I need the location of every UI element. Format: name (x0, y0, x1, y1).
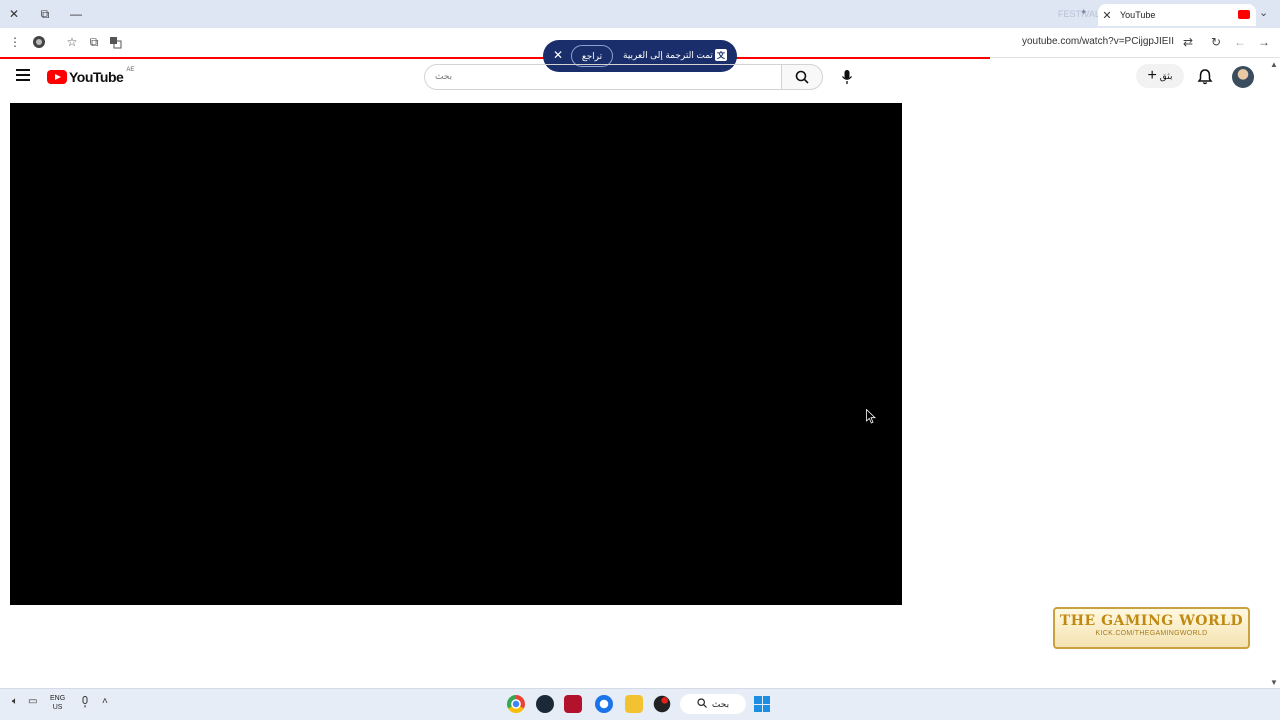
reload-icon[interactable]: ↻ (1207, 33, 1225, 51)
notifications-bell-icon[interactable] (1196, 68, 1214, 86)
window-minimize-button[interactable]: — (66, 4, 86, 24)
plus-icon: + (1147, 67, 1157, 84)
file-explorer-icon[interactable] (625, 695, 643, 713)
translate-page-icon[interactable] (106, 33, 124, 51)
window-restore-button[interactable]: ⧉ (35, 4, 55, 24)
avatar[interactable] (1232, 66, 1254, 88)
video-player[interactable] (10, 103, 902, 605)
chrome-icon[interactable] (507, 695, 525, 713)
star-icon[interactable]: ☆ (63, 33, 81, 51)
mic-tray-icon[interactable] (81, 696, 89, 711)
steam-icon[interactable] (536, 695, 554, 713)
menu-dots-icon[interactable]: ⋮ (6, 33, 24, 51)
volume-icon[interactable]: 🔈︎ (12, 696, 18, 707)
search-input[interactable] (425, 65, 782, 89)
obs-recording-icon[interactable] (653, 695, 671, 713)
window-close-button[interactable]: ✕ (4, 4, 24, 24)
share-icon[interactable]: ⧉ (85, 33, 103, 51)
taskbar-search-icon (697, 698, 707, 710)
channel-watermark: THE GAMING WORLD KICK.COM/THEGAMINGWORLD (1053, 607, 1250, 649)
taskbar-search-label: بحث (711, 698, 730, 709)
show-hidden-icons-chevron-icon[interactable]: ˄ (102, 696, 108, 707)
mouse-cursor-icon (866, 409, 876, 424)
region-code: US (52, 704, 63, 711)
browser-tab-youtube[interactable]: ✕ YouTube (1098, 4, 1256, 26)
search-box (424, 64, 782, 90)
translate-close-icon[interactable]: ✕ (553, 48, 563, 62)
close-icon: ✕ (8, 7, 20, 21)
back-arrow-icon[interactable]: ← (1231, 33, 1249, 51)
scrollbar-down-arrow[interactable]: ▼ (1270, 678, 1278, 687)
youtube-wordmark: YouTube (69, 69, 124, 85)
language-indicator[interactable]: ENG US (50, 694, 65, 712)
site-settings-icon[interactable]: ⇄ (1179, 33, 1197, 51)
windows-start-icon[interactable] (754, 696, 770, 712)
scrollbar-up-arrow[interactable]: ▲ (1270, 60, 1278, 69)
restore-icon: ⧉ (40, 6, 50, 21)
mic-icon (841, 70, 853, 84)
game-launcher-icon[interactable] (564, 695, 582, 713)
translate-icon: 文 (715, 49, 727, 61)
language-code: ENG (50, 695, 66, 702)
pin-icon: ✦ (1080, 7, 1088, 17)
ghost-tab-text: FESTIVAL (1058, 9, 1100, 19)
address-bar[interactable]: youtube.com/watch?v=PCijgpJIEII (990, 36, 1174, 47)
youtube-favicon-icon (1238, 10, 1250, 19)
watermark-title: THE GAMING WORLD (1059, 613, 1244, 629)
tab-title: YouTube (1120, 10, 1156, 20)
search-button[interactable] (781, 64, 823, 90)
browser-app-icon[interactable] (595, 695, 613, 713)
youtube-play-icon (47, 70, 67, 84)
country-code: AE (126, 67, 135, 73)
taskbar-search[interactable]: بحث (680, 694, 746, 714)
hamburger-icon[interactable] (16, 69, 32, 83)
page-load-progress (0, 57, 990, 59)
youtube-logo[interactable]: YouTube AE (47, 67, 135, 85)
profile-extension-icon[interactable] (30, 33, 48, 51)
forward-arrow-icon[interactable]: → (1255, 33, 1273, 51)
search-icon (795, 70, 809, 84)
tab-close-icon[interactable]: ✕ (1098, 9, 1116, 22)
watermark-subtitle: KICK.COM/THEGAMINGWORLD (1095, 630, 1208, 637)
voice-search-button[interactable] (834, 64, 860, 90)
create-label: بثق (1159, 70, 1173, 81)
tab-list-chevron-icon[interactable]: ⌄ (1259, 6, 1268, 19)
translate-message: تمت الترجمة إلى العربية (623, 50, 713, 60)
minimize-icon: — (70, 7, 82, 21)
create-button[interactable]: + بثق (1136, 64, 1184, 88)
network-icon[interactable]: ▭ (28, 696, 37, 707)
